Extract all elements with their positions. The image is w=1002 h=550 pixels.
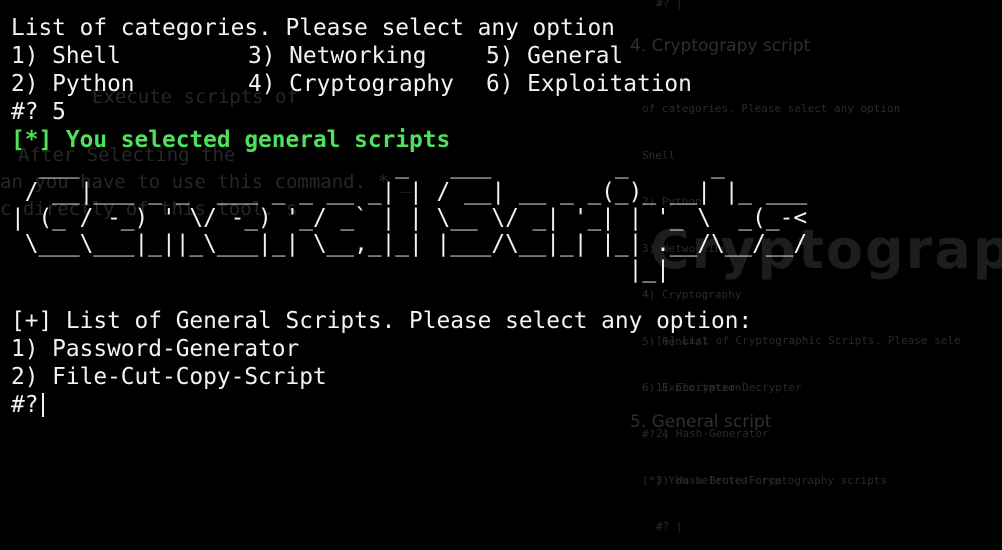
menu-option-exploitation: 6) Exploitation [486,71,692,97]
first-input-line: #? 5 [11,99,66,125]
ascii-banner-line: \___\___|_||_\___|_| \__,_|_| |___/\__|_… [11,231,808,257]
general-item-file-cut-copy: 2) File-Cut-Copy-Script [11,364,327,390]
ghost-line: #? 4 [642,427,669,441]
ascii-banner-line: ___ _ ___ _ _ [11,153,725,179]
menu-row: 2) Python 4) Cryptography 6) Exploitatio… [11,70,807,98]
terminal-output: List of categories. Please select any op… [11,14,807,419]
text-cursor [42,393,45,417]
ascii-banner-line: / __|___ _ _ ___ _ _ __ _| | / __| __ _ … [11,179,808,205]
menu-option-general: 5) General [486,43,624,69]
ghost-line: [*] You selected cryptography scripts [642,474,888,487]
categories-prompt: List of categories. Please select any op… [11,15,615,41]
ascii-banner-line: | (_ / -_) ' \/ -_) '_/ _` | | \__ \/ _|… [11,205,808,231]
input-prompt: #? [11,392,39,418]
general-list-prompt: [+] List of General Scripts. Please sele… [11,308,753,334]
input-prompt-line[interactable]: #? [11,391,807,419]
ghost-line: 2) Hash-Generator [656,427,769,440]
ghost-line: #? | [656,520,683,533]
menu-option-cryptography: 4) Cryptography [248,71,454,97]
menu-option-python: 2) Python [11,71,135,97]
menu-row: 1) Shell 3) Networking 5) General [11,42,807,70]
menu-option-shell: 1) Shell [11,43,121,69]
selected-message: [*] You selected general scripts [11,127,451,153]
ghost-line: 3) Hash-Brute-Force [656,473,782,487]
ascii-banner: ___ _ ___ _ _ / __|___ _ _ ___ _ _ __ _|… [11,153,807,283]
general-item-password-generator: 1) Password-Generator [11,336,300,362]
ghost-prompt-top: #? | [656,0,683,10]
ascii-banner-line: |_| [11,257,670,283]
menu-option-networking: 3) Networking [248,43,427,69]
blank-spacer [11,283,807,307]
